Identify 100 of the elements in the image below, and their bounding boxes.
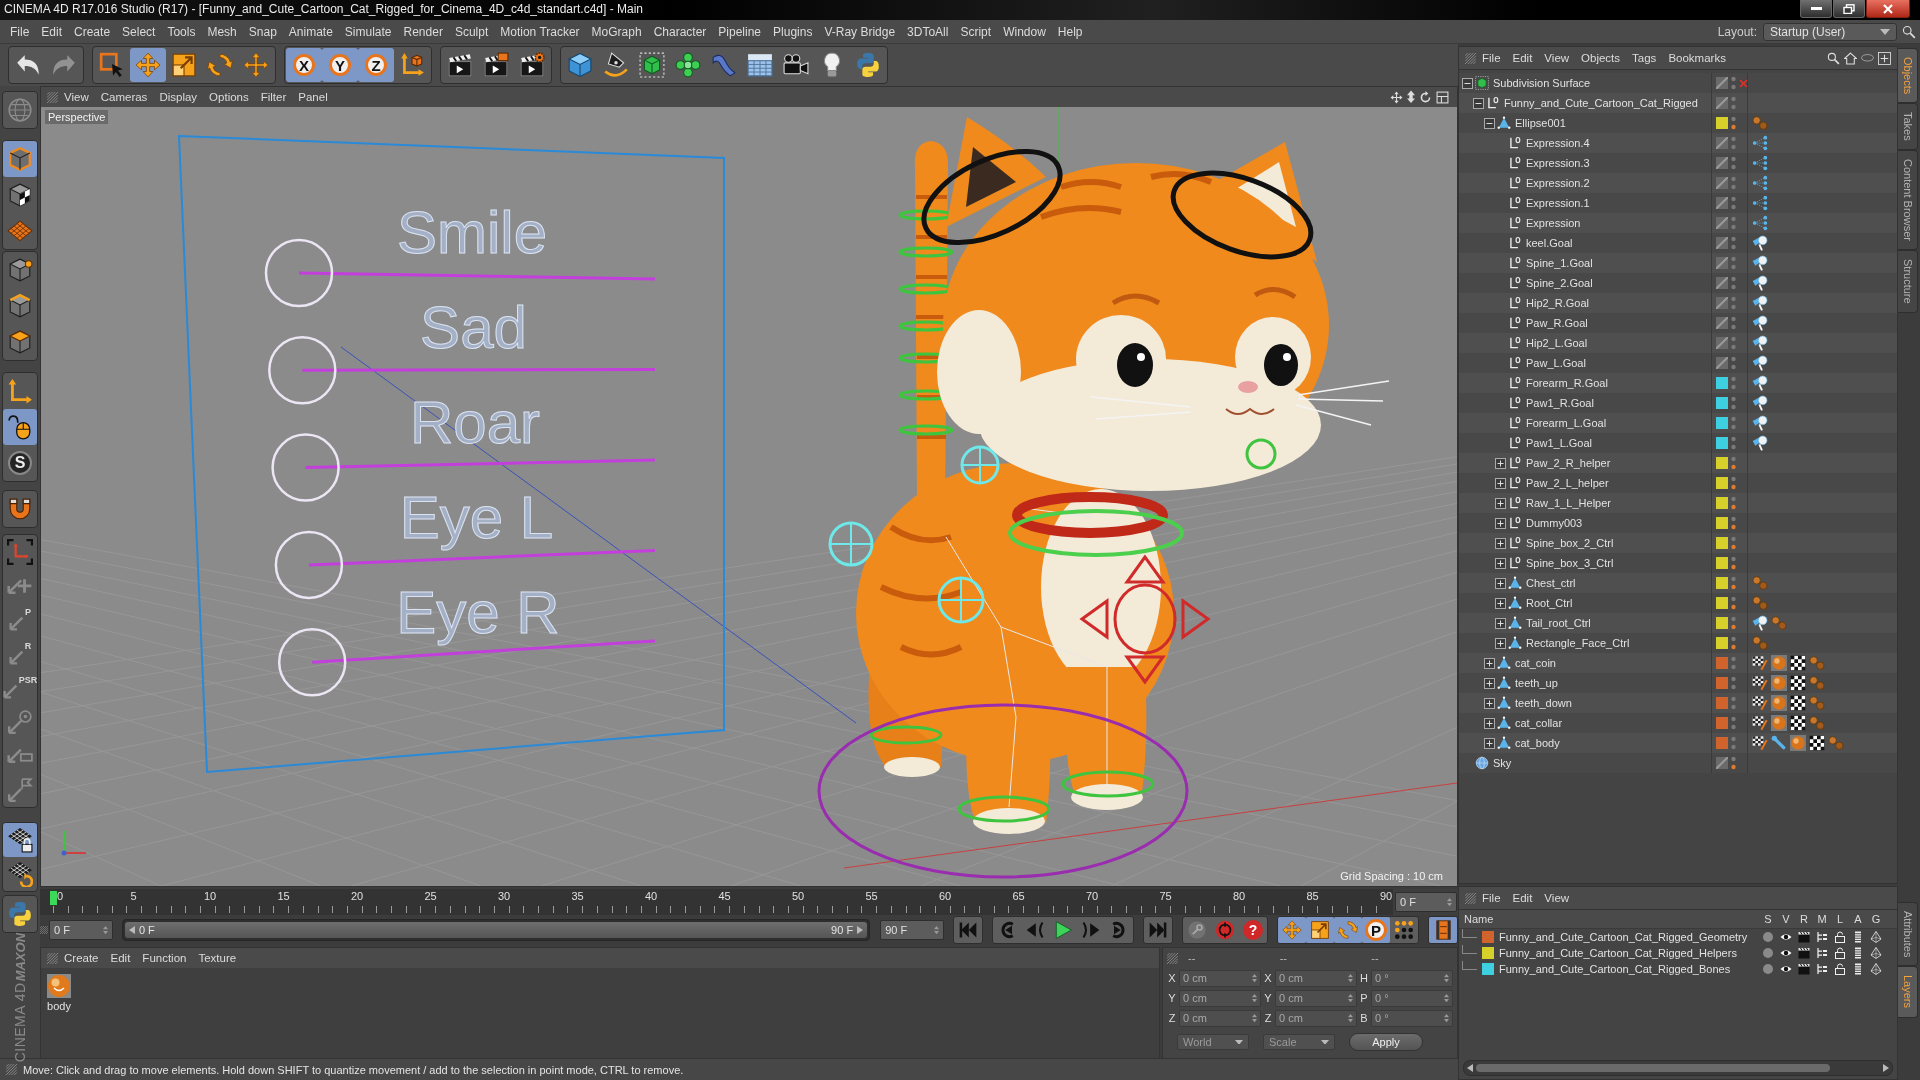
menu-item[interactable]: View xyxy=(1538,888,1576,908)
layer-swatch-icon[interactable] xyxy=(1716,377,1728,389)
menu-item[interactable]: Window xyxy=(997,21,1052,42)
node-network-icon[interactable] xyxy=(1752,195,1768,211)
visibility-dots-icon[interactable] xyxy=(1731,696,1736,710)
visibility-dots-icon[interactable] xyxy=(1731,756,1736,770)
object-row[interactable]: Expression.2 xyxy=(1459,173,1897,193)
pin-icon[interactable] xyxy=(1752,315,1768,331)
menu-item[interactable]: Create xyxy=(58,948,105,968)
visibility-dots-icon[interactable] xyxy=(1731,296,1736,310)
toolbar-button[interactable]: Y xyxy=(322,48,358,82)
object-row[interactable]: Forearm_R.Goal xyxy=(1459,373,1897,393)
playback-button[interactable]: P xyxy=(1362,917,1390,943)
pin-icon[interactable] xyxy=(1752,235,1768,251)
object-row[interactable]: cat_body xyxy=(1459,733,1897,753)
menu-item[interactable]: Tags xyxy=(1626,48,1663,68)
expand-box-icon[interactable] xyxy=(1484,717,1495,729)
menu-item[interactable]: Tools xyxy=(161,21,202,42)
layer-swatch-icon[interactable] xyxy=(1716,537,1728,549)
checker-stroke-icon[interactable] xyxy=(1752,735,1768,751)
object-row[interactable]: Hip2_L.Goal xyxy=(1459,333,1897,353)
visibility-dots-icon[interactable] xyxy=(1731,316,1736,330)
current-frame-field[interactable]: 0 F xyxy=(1395,892,1457,912)
object-row[interactable]: Rectangle_Face_Ctrl xyxy=(1459,633,1897,653)
layer-swatch-icon[interactable] xyxy=(1716,117,1728,129)
slider-thumb[interactable] xyxy=(277,627,347,697)
visibility-dots-icon[interactable] xyxy=(1731,156,1736,170)
rotate-arrow-icon[interactable] xyxy=(1419,90,1432,104)
pin-icon[interactable] xyxy=(1752,255,1768,271)
bars-icon[interactable] xyxy=(1852,963,1864,975)
visibility-dots-icon[interactable] xyxy=(1731,216,1736,230)
coordinate-field[interactable]: 0 cm xyxy=(1275,989,1357,1007)
checker-icon[interactable] xyxy=(1790,715,1806,731)
expand-box-icon[interactable] xyxy=(1495,517,1506,529)
pin-icon[interactable] xyxy=(1752,275,1768,291)
menu-item[interactable]: V-Ray Bridge xyxy=(818,21,902,42)
object-row[interactable]: Root_Ctrl xyxy=(1459,593,1897,613)
home-icon[interactable] xyxy=(1844,51,1857,65)
visibility-dots-icon[interactable] xyxy=(1731,496,1736,510)
menu-item[interactable]: 3DToAll xyxy=(901,21,955,42)
visibility-dots-icon[interactable] xyxy=(1731,396,1736,410)
menu-item[interactable]: Pipeline xyxy=(712,21,768,42)
expand-box-icon[interactable] xyxy=(1495,637,1506,649)
layer-swatch-icon[interactable] xyxy=(1716,737,1728,749)
expand-box-icon[interactable] xyxy=(1495,577,1506,589)
layer-swatch-icon[interactable] xyxy=(1716,417,1728,429)
menu-item[interactable]: Simulate xyxy=(338,21,398,42)
visibility-dots-icon[interactable] xyxy=(1731,336,1736,350)
dot-icon[interactable] xyxy=(1762,931,1774,943)
sphere-tile-icon[interactable] xyxy=(1771,655,1787,671)
node-network-icon[interactable] xyxy=(1752,155,1768,171)
menu-item[interactable]: Character xyxy=(647,21,713,42)
material-item[interactable]: body xyxy=(45,972,73,1014)
pin-icon[interactable] xyxy=(1752,615,1768,631)
tool-palette-button[interactable] xyxy=(3,823,37,857)
checker-stroke-icon[interactable] xyxy=(1752,675,1768,691)
menu-item[interactable]: Animate xyxy=(282,21,339,42)
bars-icon[interactable] xyxy=(1852,931,1864,943)
coordinate-field[interactable]: 0 cm xyxy=(1179,1009,1261,1027)
visibility-dots-icon[interactable] xyxy=(1731,256,1736,270)
hierarchy-icon[interactable] xyxy=(1816,947,1828,959)
timeline-ruler[interactable]: 0 5 10 15 20 25 30 35 40 45 50 55 60 65 70 75 80 85 90 xyxy=(40,889,1393,915)
end-frame-field[interactable]: 90 F xyxy=(880,920,944,940)
menu-item[interactable]: Create xyxy=(68,21,117,42)
side-tab[interactable]: Takes xyxy=(1898,103,1918,151)
search-icon[interactable] xyxy=(1827,51,1840,65)
visibility-dots-icon[interactable] xyxy=(1731,136,1736,150)
object-row[interactable]: teeth_up xyxy=(1459,673,1897,693)
layer-swatch-icon[interactable] xyxy=(1482,963,1494,975)
coordinate-field[interactable]: 0 cm xyxy=(1275,1009,1357,1027)
menu-item[interactable]: Snap xyxy=(242,21,283,42)
close-button[interactable] xyxy=(1866,0,1910,18)
menu-item[interactable]: Panel xyxy=(292,87,334,107)
apply-button[interactable]: Apply xyxy=(1349,1033,1423,1051)
menu-item[interactable]: Edit xyxy=(104,948,137,968)
layer-swatch-icon[interactable] xyxy=(1482,947,1494,959)
menu-item[interactable]: Script xyxy=(954,21,998,42)
checker-stroke-icon[interactable] xyxy=(1752,695,1768,711)
layer-swatch-icon[interactable] xyxy=(1716,657,1728,669)
search-icon[interactable] xyxy=(1902,24,1916,39)
checker-icon[interactable] xyxy=(1790,675,1806,691)
slider-thumb[interactable] xyxy=(274,530,344,600)
object-row[interactable]: Expression xyxy=(1459,213,1897,233)
object-row[interactable]: Expression.3 xyxy=(1459,153,1897,173)
visibility-dots-icon[interactable] xyxy=(1731,176,1736,190)
dot-icon[interactable] xyxy=(1762,963,1774,975)
pin-icon[interactable] xyxy=(1752,375,1768,391)
side-tab[interactable]: Layers xyxy=(1898,966,1918,1018)
layer-row[interactable]: Funny_and_Cute_Cartoon_Cat_Rigged_Geometry xyxy=(1459,929,1897,945)
collapse-box-icon[interactable] xyxy=(1473,97,1484,109)
layer-swatch-icon[interactable] xyxy=(1716,497,1728,509)
visibility-dots-icon[interactable] xyxy=(1731,616,1736,630)
menu-item[interactable]: Select xyxy=(116,21,162,42)
side-tab[interactable]: Attributes xyxy=(1898,902,1918,967)
pyramid-icon[interactable] xyxy=(1870,931,1882,943)
layer-swatch-icon[interactable] xyxy=(1716,597,1728,609)
eye-icon[interactable] xyxy=(1780,949,1792,957)
visibility-dots-icon[interactable] xyxy=(1731,656,1736,670)
coordinate-field[interactable]: 0 cm xyxy=(1179,969,1261,987)
object-row[interactable]: Ellipse001 xyxy=(1459,113,1897,133)
